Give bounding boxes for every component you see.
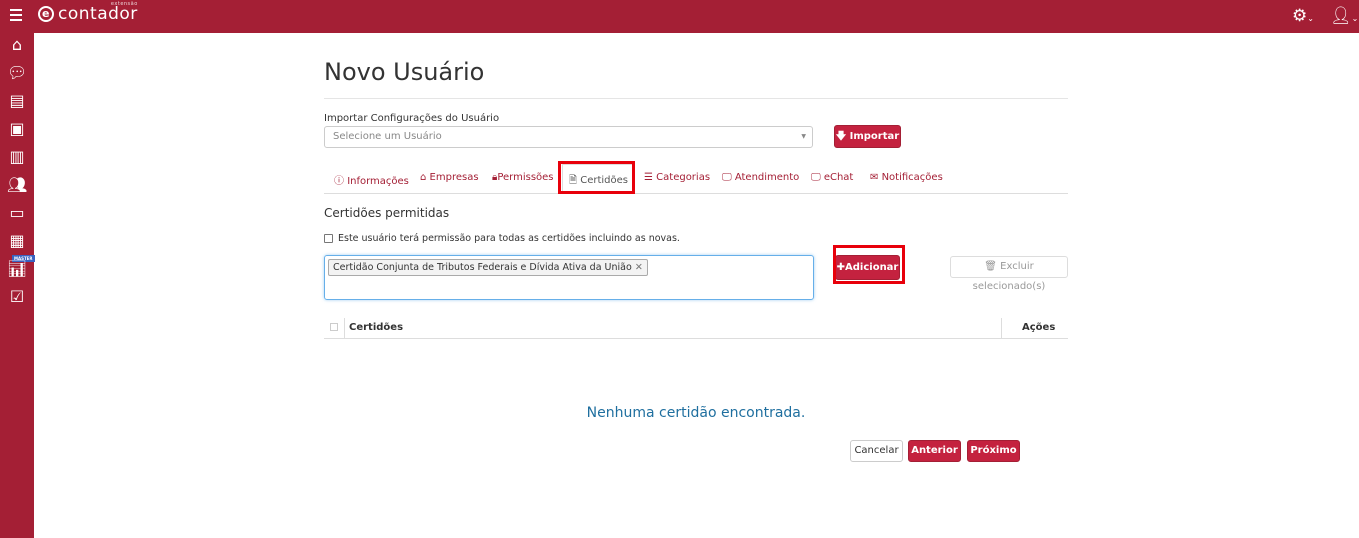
user-select[interactable]: Selecione um Usuário ▼ bbox=[324, 126, 813, 148]
import-button[interactable]: 🡇 Importar bbox=[834, 125, 901, 148]
tab-certidoes[interactable]: 🗎 Certidões bbox=[562, 164, 636, 193]
column-divider bbox=[1001, 318, 1002, 338]
certificate-tag-input[interactable]: Certidão Conjunta de Tributos Federais e… bbox=[324, 255, 814, 300]
certificate-tag: Certidão Conjunta de Tributos Federais e… bbox=[328, 259, 648, 276]
info-icon: ⓘ bbox=[334, 176, 344, 187]
tab-permissoes[interactable]: 🔒︎Permissões bbox=[492, 172, 554, 183]
delete-selected-button[interactable]: 🗑︎ Excluir selecionado(s) bbox=[950, 256, 1068, 292]
gear-icon[interactable]: ⚙⌄ bbox=[1292, 6, 1314, 26]
divider bbox=[324, 98, 1068, 99]
tab-echat[interactable]: 🖵 eChat bbox=[811, 172, 853, 183]
trash-icon: 🗑︎ bbox=[984, 261, 997, 272]
select-all-checkbox[interactable] bbox=[330, 323, 338, 331]
id-card-icon[interactable]: ▣ bbox=[7, 119, 27, 139]
menu-icon[interactable] bbox=[10, 9, 22, 23]
envelope-icon: ✉ bbox=[870, 172, 879, 183]
column-divider bbox=[344, 318, 345, 338]
remove-tag-icon[interactable]: ✕ bbox=[635, 262, 643, 273]
tab-notificacoes[interactable]: ✉ Notificações bbox=[870, 172, 943, 183]
home-icon[interactable]: ⌂ bbox=[7, 35, 27, 55]
empty-message: Nenhuma certidão encontrada. bbox=[586, 405, 806, 421]
users-icon[interactable]: 👥︎ bbox=[7, 175, 27, 195]
arrow-down-icon: 🡇 bbox=[835, 131, 850, 142]
next-button[interactable]: Próximo bbox=[967, 440, 1020, 462]
all-certificates-option: Este usuário terá permissão para todas a… bbox=[324, 233, 680, 244]
file-icon: 🗎 bbox=[569, 175, 578, 186]
table-header-border bbox=[324, 338, 1068, 339]
tabs: ⓘ Informações ⌂ Empresas 🔒︎Permissões 🗎 … bbox=[324, 164, 1068, 194]
column-acoes: Ações bbox=[1022, 322, 1056, 333]
plus-icon: ✚ bbox=[836, 262, 846, 273]
page-title: Novo Usuário bbox=[324, 58, 485, 86]
section-title: Certidões permitidas bbox=[324, 206, 450, 220]
logo[interactable]: e contador extensão bbox=[38, 1, 138, 24]
column-certidoes[interactable]: Certidões bbox=[349, 318, 403, 338]
sidebar: ⌂ 💬︎ ▤ ▣ ▥ 👥︎ ▭ ▦ MASTER 📊︎ ☑ bbox=[0, 33, 35, 538]
list-icon: ☰ bbox=[644, 172, 653, 183]
caret-down-icon: ▼ bbox=[801, 133, 806, 140]
all-certificates-checkbox[interactable] bbox=[324, 234, 333, 243]
tab-informacoes[interactable]: ⓘ Informações bbox=[334, 172, 409, 187]
select-placeholder: Selecione um Usuário bbox=[333, 131, 442, 142]
monitor-icon: 🖵 bbox=[722, 172, 732, 183]
document-icon[interactable]: ▤ bbox=[7, 91, 27, 111]
cancel-button[interactable]: Cancelar bbox=[850, 440, 903, 462]
top-bar: e contador extensão ⚙⌄ 👤︎⌄ bbox=[0, 0, 1359, 33]
monitor-icon: 🖵 bbox=[811, 172, 821, 183]
home-icon: ⌂ bbox=[420, 172, 427, 183]
building-icon[interactable]: ▥ bbox=[7, 147, 27, 167]
calculator-icon[interactable]: ▦ bbox=[7, 231, 27, 251]
bar-chart-icon[interactable]: 📊︎ bbox=[7, 259, 27, 279]
credit-card-icon[interactable]: ▭ bbox=[7, 203, 27, 223]
tab-categorias[interactable]: ☰ Categorias bbox=[644, 172, 710, 183]
chat-icon[interactable]: 💬︎ bbox=[7, 63, 27, 83]
previous-button[interactable]: Anterior bbox=[908, 440, 961, 462]
checkbox-icon[interactable]: ☑ bbox=[7, 287, 27, 307]
import-label: Importar Configurações do Usuário bbox=[324, 113, 500, 124]
user-icon[interactable]: 👤︎⌄ bbox=[1330, 6, 1358, 26]
tab-atendimento[interactable]: 🖵 Atendimento bbox=[722, 172, 799, 183]
tab-empresas[interactable]: ⌂ Empresas bbox=[420, 172, 479, 183]
add-button[interactable]: ✚Adicionar bbox=[835, 255, 900, 280]
